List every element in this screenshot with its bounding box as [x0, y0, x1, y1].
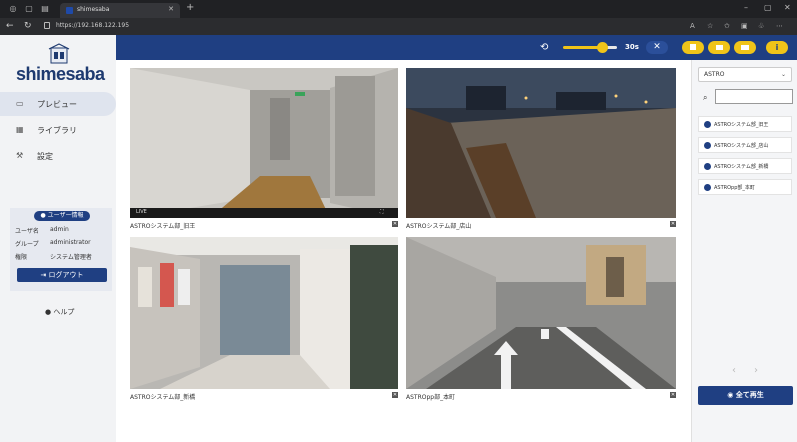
camera-tile-2[interactable]: ASTROシステム部_店山 ✕ — [406, 68, 676, 230]
interval-value: 30s — [625, 43, 639, 51]
logout-button[interactable]: ⇥ ログアウト — [17, 268, 107, 282]
camera-tile-1[interactable]: LIVE ⛶ ASTROシステム部_旧王 ✕ — [130, 68, 398, 230]
user-info-panel: ● ユーザー情報 ユーザ名 admin グループ administrator 権… — [10, 208, 112, 291]
camera-close-icon[interactable]: ✕ — [670, 221, 676, 227]
user-group-value: administrator — [50, 239, 91, 246]
camera-close-icon[interactable]: ✕ — [392, 221, 398, 227]
camera-label: ASTROシステム部_店山 — [406, 223, 472, 230]
library-icon: ▦ — [16, 125, 24, 134]
list-item[interactable]: ASTROシステム部_新橋 — [698, 158, 792, 174]
next-page-icon[interactable]: › — [754, 365, 758, 376]
browser-tab[interactable]: shimesaba ✕ — [60, 3, 180, 18]
camera-label: ASTROpp部_本町 — [406, 394, 456, 401]
user-role-key: 権限 — [15, 254, 28, 261]
sidebar-item-preview[interactable]: ▭ プレビュー — [0, 92, 116, 116]
user-group-key: グループ — [15, 241, 39, 248]
more-menu-icon[interactable]: ⋯ — [776, 22, 783, 30]
new-tab-icon[interactable]: + — [186, 2, 194, 13]
maximize-icon[interactable]: ▢ — [764, 3, 772, 12]
play-icon — [704, 121, 711, 128]
camera-view-parking[interactable] — [406, 237, 676, 389]
camera-view-lobby[interactable] — [130, 237, 398, 389]
play-all-button[interactable]: ◉ 全て再生 — [698, 386, 793, 405]
sidebar: shimesaba ▭ プレビュー ▦ ライブラリ ⚒ 設定 ● ユーザー情報 … — [0, 35, 116, 442]
group-select-value: ASTRO — [704, 71, 725, 78]
url-field[interactable]: https://192.168.122.195 — [56, 22, 129, 29]
camera-view-corridor[interactable] — [130, 68, 398, 218]
search-input[interactable] — [715, 89, 793, 104]
reload-icon[interactable]: ↻ — [24, 21, 32, 31]
camera-label: ASTROシステム部_新橋 — [130, 394, 196, 401]
fullscreen-icon[interactable]: ⛶ — [380, 209, 384, 215]
minimize-icon[interactable]: – — [744, 3, 748, 12]
sidebar-item-label: ライブラリ — [37, 126, 77, 135]
play-icon — [704, 163, 711, 170]
layout-multi-button[interactable] — [734, 41, 756, 54]
camera-close-icon[interactable]: ✕ — [392, 392, 398, 398]
tab-actions-icon[interactable]: ▢ — [24, 4, 34, 14]
list-item-label: ASTROシステム部_旧王 — [714, 122, 769, 128]
camera-list-panel: ASTRO ⌄ ⌕ ASTROシステム部_旧王 ASTROシステム部_店山 AS… — [691, 60, 797, 442]
app-logo: shimesaba — [16, 64, 105, 84]
layout-single-button[interactable] — [682, 41, 704, 54]
sidebar-item-label: プレビュー — [37, 100, 77, 109]
layout-quad-button[interactable] — [708, 41, 730, 54]
list-item[interactable]: ASTROシステム部_店山 — [698, 137, 792, 153]
camera-tile-4[interactable]: ASTROpp部_本町 ✕ — [406, 237, 676, 401]
favorite-icon[interactable]: ☆ — [707, 22, 713, 30]
layout-multi-icon — [741, 45, 749, 50]
extensions-icon[interactable]: ♧ — [758, 22, 764, 30]
chevron-down-icon: ⌄ — [780, 71, 786, 78]
interval-slider-knob[interactable] — [597, 42, 608, 53]
logo-mascot-icon — [48, 43, 70, 64]
close-window-icon[interactable]: ✕ — [784, 3, 791, 12]
close-view-button[interactable]: ✕ — [646, 41, 668, 54]
address-bar-row: ← ↻ https://192.168.122.195 A ☆ ✩ ▣ ♧ ⋯ — [0, 18, 797, 35]
search-icon: ⌕ — [703, 93, 708, 102]
reader-icon[interactable]: A — [690, 22, 695, 30]
collections-icon[interactable]: ▣ — [741, 22, 748, 30]
window-menu-icon[interactable]: ◎ — [8, 4, 18, 14]
info-button[interactable]: i — [766, 41, 788, 54]
help-icon: ● — [45, 308, 52, 316]
camera-live-badge: LIVE — [136, 209, 147, 215]
play-icon — [704, 142, 711, 149]
list-item[interactable]: ASTROシステム部_旧王 — [698, 116, 792, 132]
refresh-icon[interactable]: ⟲ — [540, 42, 548, 53]
layout-single-icon — [690, 44, 696, 50]
tab-favicon-icon — [66, 7, 73, 14]
wrench-icon: ⚒ — [16, 151, 24, 160]
browser-tab-bar: ◎ ▢ ▤ shimesaba ✕ + – ▢ ✕ — [0, 0, 797, 18]
tab-title: shimesaba — [77, 6, 110, 13]
user-info-header: ● ユーザー情報 — [34, 211, 90, 221]
camera-tile-3[interactable]: ASTROシステム部_新橋 ✕ — [130, 237, 398, 401]
camera-view-terrace[interactable] — [406, 68, 676, 218]
user-name-value: admin — [50, 226, 69, 233]
camera-label: ASTROシステム部_旧王 — [130, 223, 196, 230]
user-role-value: システム管理者 — [50, 254, 92, 261]
play-icon — [704, 184, 711, 191]
group-select[interactable]: ASTRO ⌄ — [698, 67, 792, 82]
list-item-label: ASTROシステム部_店山 — [714, 143, 769, 149]
list-item-label: ASTROpp部_本町 — [714, 185, 755, 191]
sidebar-item-settings[interactable]: ⚒ 設定 — [0, 144, 116, 168]
camera-close-icon[interactable]: ✕ — [670, 392, 676, 398]
back-icon[interactable]: ← — [6, 21, 14, 31]
layout-quad-icon — [716, 45, 723, 50]
list-item[interactable]: ASTROpp部_本町 — [698, 179, 792, 195]
sidebar-item-library[interactable]: ▦ ライブラリ — [0, 118, 116, 142]
control-bar: ⟲ 30s ✕ i — [116, 35, 797, 60]
monitor-icon: ▭ — [16, 99, 24, 108]
vertical-tabs-icon[interactable]: ▤ — [40, 4, 50, 14]
lock-icon — [44, 22, 50, 29]
list-item-label: ASTROシステム部_新橋 — [714, 164, 769, 170]
tab-close-icon[interactable]: ✕ — [168, 5, 174, 13]
help-link[interactable]: ● ヘルプ — [45, 307, 74, 317]
favorites-bar-icon[interactable]: ✩ — [724, 22, 730, 30]
prev-page-icon[interactable]: ‹ — [732, 365, 736, 376]
play-circle-icon: ◉ — [727, 391, 734, 399]
sidebar-item-label: 設定 — [37, 152, 53, 161]
user-name-key: ユーザ名 — [15, 228, 39, 235]
